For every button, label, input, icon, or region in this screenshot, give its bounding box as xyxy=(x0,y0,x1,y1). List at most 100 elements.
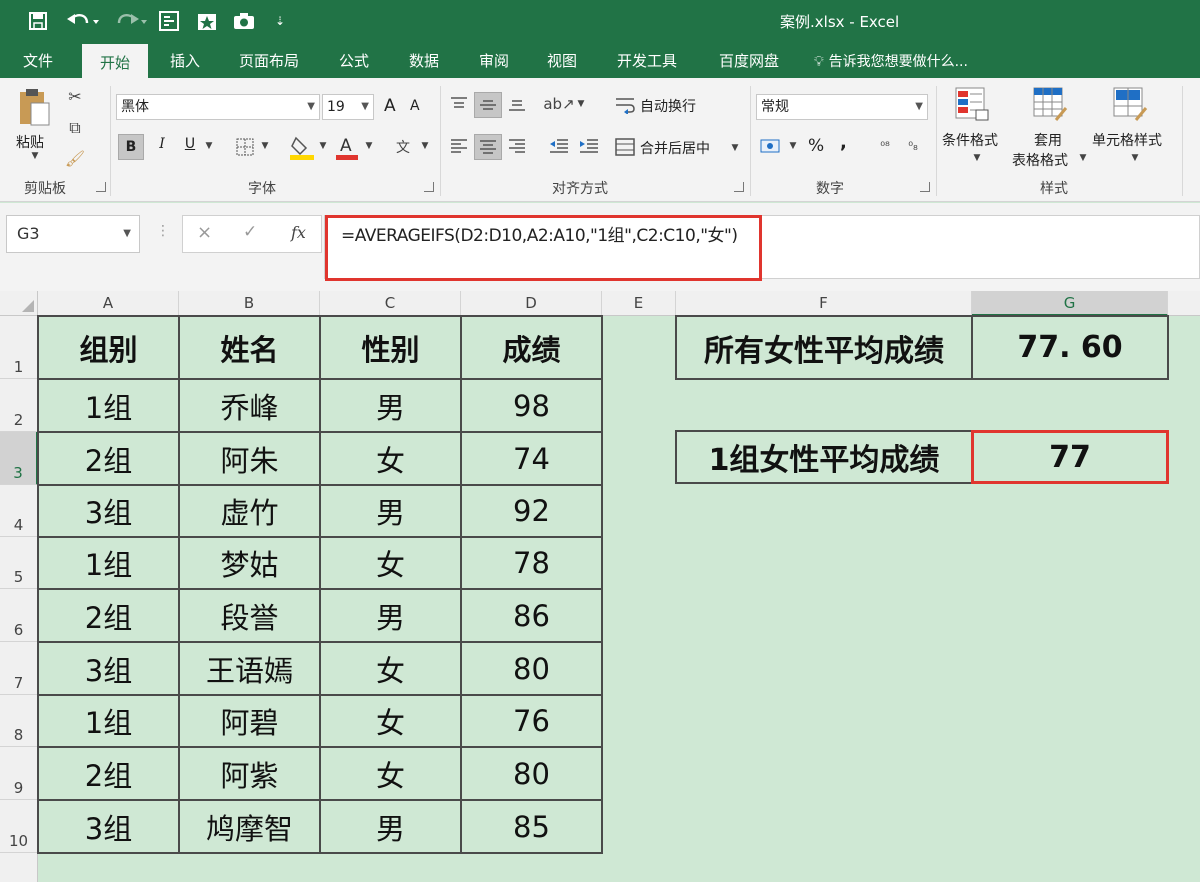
camera-icon[interactable] xyxy=(230,8,258,34)
table-cell-score[interactable]: 92 xyxy=(460,484,603,538)
align-bottom-icon[interactable] xyxy=(504,92,530,116)
column-header-a[interactable]: A xyxy=(38,291,179,316)
select-all-corner[interactable] xyxy=(0,291,38,316)
decrease-decimal-icon[interactable]: ⁰₈ xyxy=(900,134,926,158)
table-cell-group[interactable]: 2组 xyxy=(37,431,180,486)
table-cell-score[interactable]: 78 xyxy=(460,536,603,590)
align-top-icon[interactable] xyxy=(446,92,472,116)
column-header-e[interactable]: E xyxy=(602,291,676,316)
row-header-4[interactable]: 4 xyxy=(0,485,38,537)
number-launcher-icon[interactable] xyxy=(920,182,930,192)
table-cell-group[interactable]: 2组 xyxy=(37,588,180,643)
insert-function-icon[interactable]: fx xyxy=(291,223,306,242)
cell-styles-button[interactable]: 单元格样式 xyxy=(1092,130,1162,150)
tab-formulas[interactable]: 公式 xyxy=(328,44,380,78)
table-cell-group[interactable]: 1组 xyxy=(37,536,180,590)
shrink-font-button[interactable]: A xyxy=(410,98,420,114)
name-box-dropdown-icon[interactable]: ▼ xyxy=(123,216,131,252)
redo-icon[interactable] xyxy=(110,8,150,34)
table-cell-score[interactable]: 80 xyxy=(460,746,603,801)
table-cell-group[interactable]: 3组 xyxy=(37,484,180,538)
table-cell-name[interactable]: 虚竹 xyxy=(178,484,321,538)
conditional-dropdown-icon[interactable]: ▼ xyxy=(970,152,984,164)
table-cell-name[interactable]: 梦姑 xyxy=(178,536,321,590)
merge-dropdown-icon[interactable]: ▼ xyxy=(728,140,742,156)
star-icon[interactable] xyxy=(194,8,220,34)
wrap-text-icon[interactable] xyxy=(614,94,636,116)
undo-icon[interactable] xyxy=(62,8,102,34)
table-cell-gender[interactable]: 女 xyxy=(319,536,462,590)
all-female-value[interactable]: 77. 60 xyxy=(971,315,1169,380)
conditional-formatting-icon[interactable] xyxy=(952,84,992,124)
tab-data[interactable]: 数据 xyxy=(398,44,450,78)
table-cell-score[interactable]: 80 xyxy=(460,641,603,696)
row-header-1[interactable]: 1 xyxy=(0,316,38,379)
table-cell-group[interactable]: 1组 xyxy=(37,378,180,433)
row-header-3[interactable]: 3 xyxy=(0,432,38,485)
table-cell-gender[interactable]: 女 xyxy=(319,431,462,486)
number-format-select[interactable]: 常规 ▼ xyxy=(756,94,928,120)
table-cell-name[interactable]: 王语嫣 xyxy=(178,641,321,696)
column-header-d[interactable]: D xyxy=(461,291,602,316)
underline-dropdown-icon[interactable]: ▼ xyxy=(202,138,216,154)
underline-button[interactable]: U xyxy=(180,136,200,152)
table-cell-gender[interactable]: 男 xyxy=(319,378,462,433)
tab-baidu-netdisk[interactable]: 百度网盘 xyxy=(704,44,794,78)
format-painter-icon[interactable]: 🖌︎ xyxy=(62,146,88,170)
row-header-10[interactable]: 10 xyxy=(0,800,38,853)
table-header-score[interactable]: 成绩 xyxy=(460,315,603,380)
tab-file[interactable]: 文件 xyxy=(10,44,66,78)
format-table-dropdown-icon[interactable]: ▼ xyxy=(1076,152,1090,164)
borders-icon[interactable] xyxy=(232,134,258,160)
accounting-dropdown-icon[interactable]: ▼ xyxy=(786,138,800,154)
table-cell-score[interactable]: 74 xyxy=(460,431,603,486)
tab-page-layout[interactable]: 页面布局 xyxy=(228,44,310,78)
align-right-icon[interactable] xyxy=(504,134,530,158)
table-cell-gender[interactable]: 男 xyxy=(319,484,462,538)
clipboard-launcher-icon[interactable] xyxy=(96,182,106,192)
italic-button[interactable]: I xyxy=(152,136,172,152)
table-cell-name[interactable]: 乔峰 xyxy=(178,378,321,433)
table-header-group[interactable]: 组别 xyxy=(37,315,180,380)
table-cell-name[interactable]: 鸠摩智 xyxy=(178,799,321,854)
row-header-11[interactable] xyxy=(0,853,38,882)
bold-button[interactable]: B xyxy=(118,134,144,160)
table-cell-score[interactable]: 85 xyxy=(460,799,603,854)
tab-developer[interactable]: 开发工具 xyxy=(602,44,692,78)
column-header-f[interactable]: F xyxy=(676,291,972,316)
alignment-launcher-icon[interactable] xyxy=(734,182,744,192)
paste-dropdown-icon[interactable]: ▼ xyxy=(28,150,42,162)
table-cell-gender[interactable]: 男 xyxy=(319,588,462,643)
table-header-gender[interactable]: 性别 xyxy=(319,315,462,380)
orientation-icon[interactable]: ab↗ xyxy=(543,92,574,116)
decrease-indent-icon[interactable] xyxy=(546,134,572,158)
increase-indent-icon[interactable] xyxy=(576,134,602,158)
row-header-8[interactable]: 8 xyxy=(0,695,38,747)
table-cell-name[interactable]: 段誉 xyxy=(178,588,321,643)
column-header-b[interactable]: B xyxy=(179,291,320,316)
font-size-select[interactable]: 19 ▼ xyxy=(322,94,374,120)
phonetic-dropdown-icon[interactable]: ▼ xyxy=(418,138,432,154)
conditional-formatting-button[interactable]: 条件格式 xyxy=(942,130,998,150)
table-cell-gender[interactable]: 女 xyxy=(319,694,462,748)
orientation-dropdown-icon[interactable]: ▼ xyxy=(574,96,588,112)
cut-icon[interactable]: ✂ xyxy=(62,84,88,108)
paste-button[interactable]: 粘贴 xyxy=(16,132,44,152)
table-cell-name[interactable]: 阿朱 xyxy=(178,431,321,486)
format-as-table-icon[interactable] xyxy=(1030,84,1070,124)
cancel-icon[interactable]: × xyxy=(197,222,212,243)
merge-center-button[interactable]: 合并后居中 xyxy=(640,138,710,158)
tab-review[interactable]: 审阅 xyxy=(468,44,520,78)
font-name-select[interactable]: 黑体 ▼ xyxy=(116,94,320,120)
name-box[interactable]: G3 ▼ xyxy=(6,215,140,253)
table-cell-score[interactable]: 98 xyxy=(460,378,603,433)
grow-font-button[interactable]: A xyxy=(384,96,396,116)
phonetic-icon[interactable]: 文 xyxy=(390,134,416,160)
format-as-table-line1[interactable]: 套用 xyxy=(1034,130,1062,150)
tab-view[interactable]: 视图 xyxy=(536,44,588,78)
table-cell-group[interactable]: 3组 xyxy=(37,799,180,854)
paste-icon[interactable] xyxy=(14,86,54,128)
cell-styles-icon[interactable] xyxy=(1110,84,1150,124)
customize-icon[interactable]: ⇣ xyxy=(272,8,288,34)
table-cell-gender[interactable]: 男 xyxy=(319,799,462,854)
